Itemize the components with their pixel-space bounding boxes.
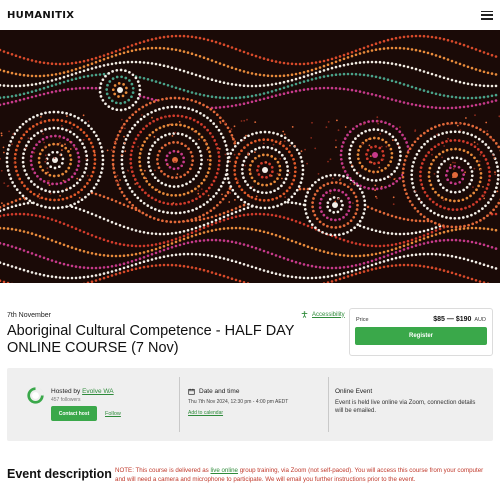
price-label: Price: [356, 317, 369, 323]
accessibility-link[interactable]: Accessibility: [301, 311, 345, 318]
date-time-value: Thu 7th Nov 2024, 12:30 pm - 4:00 pm AED…: [188, 399, 289, 405]
price-card: Price $85 — $190 AUD Register: [349, 308, 493, 356]
online-event-section: Online Event Event is held live online v…: [328, 377, 488, 432]
price-currency: AUD: [474, 317, 486, 323]
date-time-heading: Date and time: [188, 388, 239, 395]
hamburger-icon[interactable]: [481, 10, 493, 20]
live-online-link[interactable]: live online: [210, 467, 238, 474]
event-description-heading: Event description: [7, 467, 112, 481]
hosted-by-text: Hosted by Evolve WA: [51, 388, 114, 395]
add-to-calendar-link[interactable]: Add to calendar: [188, 410, 223, 416]
host-logo-icon[interactable]: [27, 387, 44, 404]
calendar-icon: [188, 388, 195, 395]
event-title: Aboriginal Cultural Competence - HALF DA…: [7, 323, 295, 356]
event-date: 7th November: [7, 312, 51, 319]
event-info-panel: Hosted by Evolve WA 457 followers Contac…: [7, 368, 493, 441]
humanitix-logo[interactable]: HUMANITIX: [7, 10, 74, 21]
date-time-heading-label: Date and time: [199, 388, 240, 395]
follower-count: 457 followers: [51, 397, 81, 403]
event-banner-image: [0, 30, 500, 283]
register-button[interactable]: Register: [355, 327, 487, 345]
date-time-section: Date and time Thu 7th Nov 2024, 12:30 pm…: [179, 377, 329, 432]
online-event-description: Event is held live online via Zoom, conn…: [335, 400, 476, 414]
host-name-link[interactable]: Evolve WA: [82, 388, 114, 395]
host-section: Hosted by Evolve WA 457 followers Contac…: [27, 377, 175, 432]
follow-link[interactable]: Follow: [105, 411, 121, 417]
accessibility-label[interactable]: Accessibility: [312, 312, 345, 318]
note-text-start: NOTE: This course is delivered as: [115, 467, 211, 474]
accessibility-icon: [301, 311, 308, 318]
contact-host-button[interactable]: Contact host: [51, 406, 97, 421]
hosted-by-label: Hosted by: [51, 388, 81, 395]
top-nav: HUMANITIX: [0, 0, 500, 30]
event-description-note: NOTE: This course is delivered as live o…: [115, 467, 493, 485]
price-range: $85 — $190 AUD: [433, 316, 486, 323]
online-event-heading: Online Event: [335, 388, 373, 395]
dot-painting-artwork: [0, 30, 500, 283]
price-range-value: $85 — $190: [433, 316, 472, 323]
